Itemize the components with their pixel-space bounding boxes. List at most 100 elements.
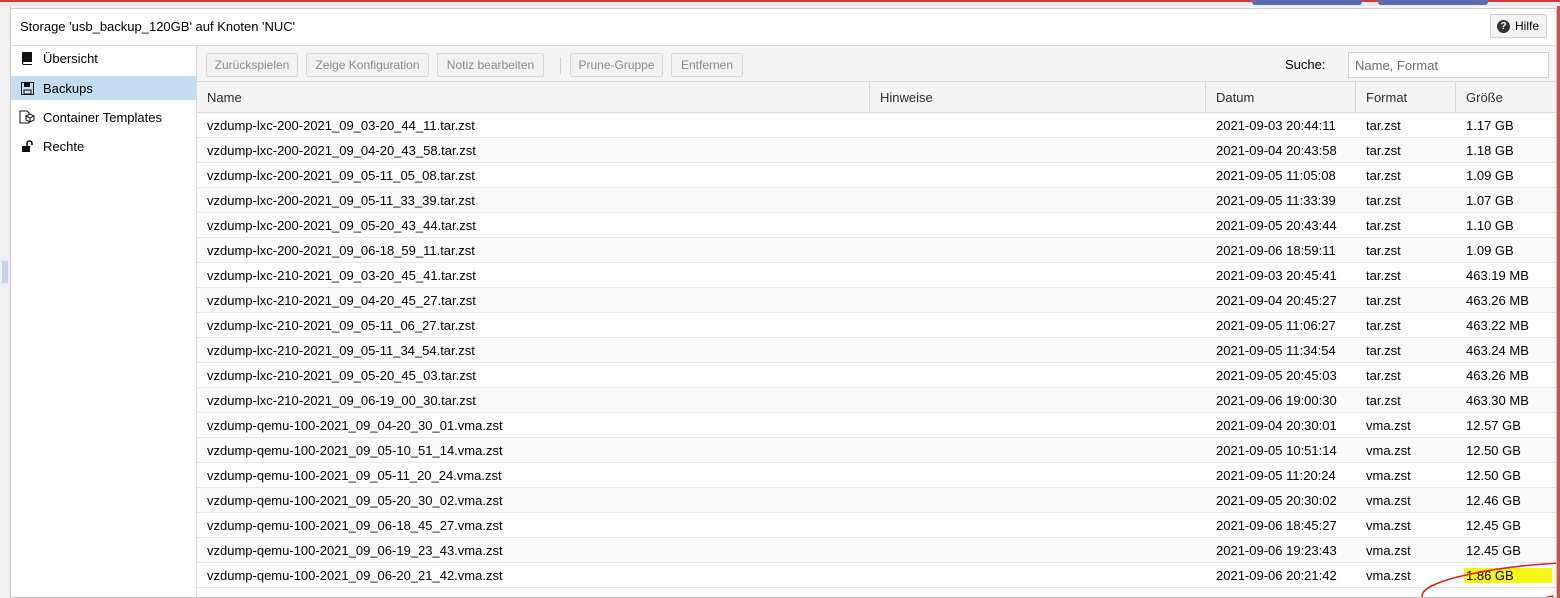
cell-format: vma.zst: [1366, 517, 1411, 533]
cell-format: tar.zst: [1366, 342, 1401, 358]
cell-name: vzdump-lxc-200-2021_09_05-11_05_08.tar.z…: [207, 167, 475, 183]
cell-date: 2021-09-05 20:30:02: [1216, 492, 1337, 508]
cell-name: vzdump-qemu-100-2021_09_05-10_51_14.vma.…: [207, 442, 503, 458]
cell-date: 2021-09-05 11:06:27: [1216, 317, 1336, 333]
cell-name: vzdump-lxc-210-2021_09_05-11_34_54.tar.z…: [207, 342, 475, 358]
table-row[interactable]: vzdump-lxc-210-2021_09_05-11_06_27.tar.z…: [197, 313, 1556, 338]
browser-top-strip: [0, 0, 1560, 6]
toolbar: Zurückspielen Zeige Konfiguration Notiz …: [197, 46, 1556, 82]
cell-date: 2021-09-06 20:21:42: [1216, 567, 1337, 583]
cell-format: vma.zst: [1366, 492, 1411, 508]
panel-header: Storage 'usb_backup_120GB' auf Knoten 'N…: [11, 9, 1556, 46]
cell-size: 12.45 GB: [1466, 517, 1521, 533]
table-row[interactable]: vzdump-lxc-200-2021_09_06-18_59_11.tar.z…: [197, 238, 1556, 263]
cell-date: 2021-09-05 11:33:39: [1216, 192, 1336, 208]
prune-group-button[interactable]: Prune-Gruppe: [570, 53, 663, 77]
restore-button[interactable]: Zurückspielen: [206, 53, 298, 77]
cell-notes: [870, 463, 1206, 487]
table-row[interactable]: vzdump-lxc-200-2021_09_05-11_05_08.tar.z…: [197, 163, 1556, 188]
column-header-format[interactable]: Format: [1356, 82, 1456, 112]
column-header-date[interactable]: Datum: [1206, 82, 1356, 112]
table-row[interactable]: vzdump-qemu-100-2021_09_05-20_30_02.vma.…: [197, 488, 1556, 513]
cell-size: 463.22 MB: [1466, 317, 1529, 333]
table-row[interactable]: vzdump-qemu-100-2021_09_06-18_45_27.vma.…: [197, 513, 1556, 538]
sidebar-item-backups[interactable]: Backups: [11, 76, 196, 100]
cell-date: 2021-09-05 10:51:14: [1216, 442, 1337, 458]
table-row[interactable]: vzdump-qemu-100-2021_09_04-20_30_01.vma.…: [197, 413, 1556, 438]
cell-size: 463.26 MB: [1466, 367, 1529, 383]
table-body: vzdump-lxc-200-2021_09_03-20_44_11.tar.z…: [197, 113, 1556, 597]
column-header-size[interactable]: Größe: [1456, 82, 1556, 112]
cell-name: vzdump-lxc-200-2021_09_04-20_43_58.tar.z…: [207, 142, 476, 158]
cell-notes: [870, 188, 1206, 212]
cell-size: 1.17 GB: [1466, 117, 1514, 133]
table-row[interactable]: vzdump-lxc-200-2021_09_03-20_44_11.tar.z…: [197, 113, 1556, 138]
table-row[interactable]: vzdump-lxc-200-2021_09_05-11_33_39.tar.z…: [197, 188, 1556, 213]
cell-size: 12.57 GB: [1466, 417, 1521, 433]
sidebar-item-container-templates[interactable]: Container Templates: [11, 105, 196, 129]
edit-notes-button[interactable]: Notiz bearbeiten: [437, 53, 544, 77]
table-row[interactable]: vzdump-lxc-210-2021_09_05-11_34_54.tar.z…: [197, 338, 1556, 363]
cell-size: 12.46 GB: [1466, 492, 1521, 508]
table-row[interactable]: vzdump-qemu-100-2021_09_05-10_51_14.vma.…: [197, 438, 1556, 463]
cell-size: 463.19 MB: [1466, 267, 1529, 283]
cell-date: 2021-09-06 18:59:11: [1216, 242, 1336, 258]
cell-date: 2021-09-06 19:23:43: [1216, 542, 1337, 558]
cell-name: vzdump-lxc-210-2021_09_05-20_45_03.tar.z…: [207, 367, 476, 383]
cell-size: 1.10 GB: [1466, 217, 1514, 233]
table-row[interactable]: vzdump-lxc-200-2021_09_04-20_43_58.tar.z…: [197, 138, 1556, 163]
table-row[interactable]: vzdump-lxc-210-2021_09_05-20_45_03.tar.z…: [197, 363, 1556, 388]
cell-notes: [870, 363, 1206, 387]
cell-format: tar.zst: [1366, 142, 1401, 158]
cell-name: vzdump-lxc-210-2021_09_04-20_45_27.tar.z…: [207, 292, 476, 308]
cell-format: tar.zst: [1366, 242, 1401, 258]
search-input[interactable]: [1348, 52, 1549, 78]
backup-content: Zurückspielen Zeige Konfiguration Notiz …: [197, 46, 1556, 597]
cell-notes: [870, 138, 1206, 162]
cell-notes: [870, 513, 1206, 537]
column-header-name[interactable]: Name: [197, 82, 870, 112]
table-row[interactable]: vzdump-qemu-100-2021_09_06-20_21_42.vma.…: [197, 563, 1556, 588]
cell-notes: [870, 288, 1206, 312]
cell-format: tar.zst: [1366, 117, 1401, 133]
cell-notes: [870, 563, 1206, 587]
sidebar-item-permissions[interactable]: Rechte: [11, 134, 196, 158]
cell-format: tar.zst: [1366, 267, 1401, 283]
cell-date: 2021-09-04 20:45:27: [1216, 292, 1337, 308]
cell-size: 463.24 MB: [1466, 342, 1529, 358]
cell-name: vzdump-qemu-100-2021_09_06-20_21_42.vma.…: [207, 567, 503, 583]
cell-format: tar.zst: [1366, 217, 1401, 233]
table-row[interactable]: vzdump-lxc-210-2021_09_03-20_45_41.tar.z…: [197, 263, 1556, 288]
cell-notes: [870, 338, 1206, 362]
sidebar-item-overview[interactable]: Übersicht: [11, 46, 196, 70]
table-row[interactable]: vzdump-lxc-210-2021_09_06-19_00_30.tar.z…: [197, 388, 1556, 413]
remove-button[interactable]: Entfernen: [671, 53, 743, 77]
help-button[interactable]: ? Hilfe: [1490, 14, 1547, 38]
table-row[interactable]: vzdump-qemu-100-2021_09_05-11_20_24.vma.…: [197, 463, 1556, 488]
table-row[interactable]: vzdump-lxc-210-2021_09_04-20_45_27.tar.z…: [197, 288, 1556, 313]
cell-size: 12.50 GB: [1466, 467, 1521, 483]
column-header-notes[interactable]: Hinweise: [870, 82, 1206, 112]
show-config-button[interactable]: Zeige Konfiguration: [306, 53, 429, 77]
cell-format: vma.zst: [1366, 542, 1411, 558]
cell-name: vzdump-lxc-210-2021_09_03-20_45_41.tar.z…: [207, 267, 476, 283]
sidebar-item-label: Rechte: [43, 138, 85, 154]
cell-date: 2021-09-05 11:05:08: [1216, 167, 1336, 183]
cell-date: 2021-09-03 20:44:11: [1216, 117, 1336, 133]
cell-name: vzdump-lxc-200-2021_09_05-20_43_44.tar.z…: [207, 217, 476, 233]
cell-notes: [870, 538, 1206, 562]
table-row[interactable]: vzdump-lxc-200-2021_09_05-20_43_44.tar.z…: [197, 213, 1556, 238]
book-icon: [19, 50, 35, 66]
cell-date: 2021-09-05 11:34:54: [1216, 342, 1336, 358]
cell-date: 2021-09-05 20:43:44: [1216, 217, 1337, 233]
cell-name: vzdump-qemu-100-2021_09_04-20_30_01.vma.…: [207, 417, 503, 433]
cell-date: 2021-09-03 20:45:41: [1216, 267, 1337, 283]
table-row[interactable]: vzdump-qemu-100-2021_09_06-19_23_43.vma.…: [197, 538, 1556, 563]
highlighted-size: 1.86 GB: [1464, 567, 1552, 583]
cell-size: 1.86 GB: [1456, 563, 1556, 587]
cell-date: 2021-09-05 11:20:24: [1216, 467, 1336, 483]
cell-format: tar.zst: [1366, 192, 1401, 208]
search-label: Suche:: [1285, 57, 1326, 72]
cell-notes: [870, 213, 1206, 237]
cell-name: vzdump-qemu-100-2021_09_06-19_23_43.vma.…: [207, 542, 503, 558]
